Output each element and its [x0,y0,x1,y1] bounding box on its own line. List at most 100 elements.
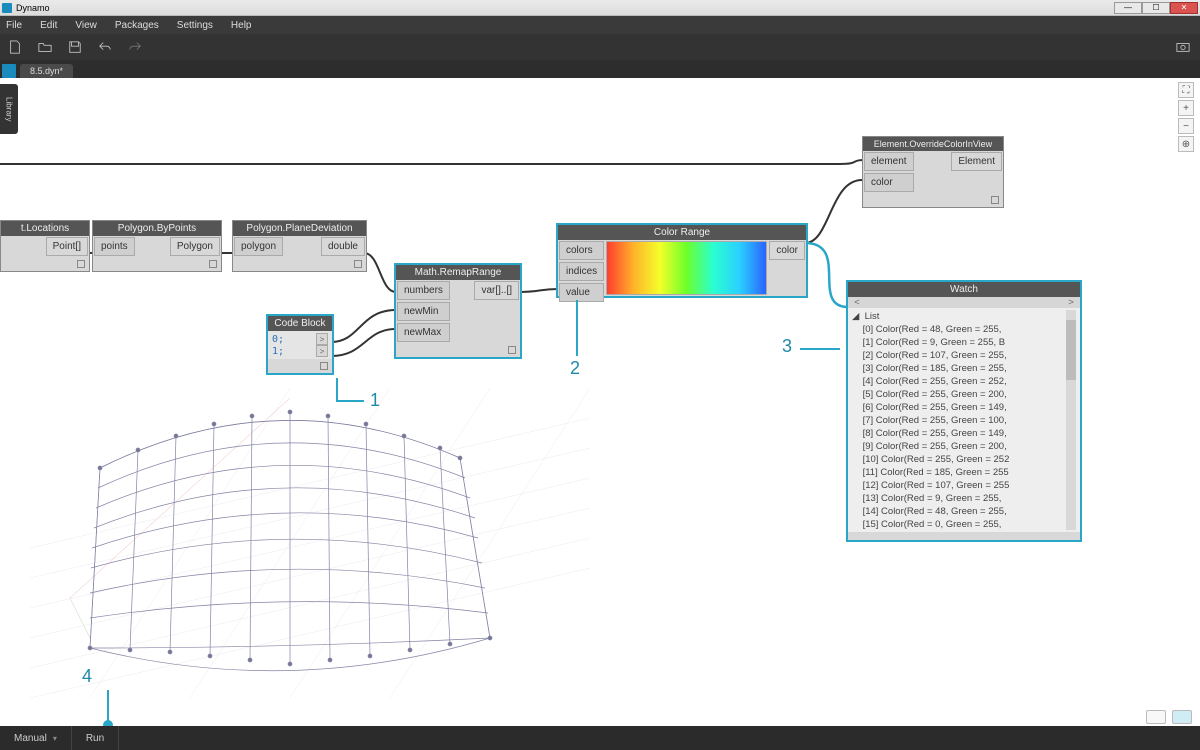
zoom-fit-button[interactable]: ⛶ [1178,82,1194,98]
window-maximize-button[interactable]: ☐ [1142,2,1170,14]
menu-settings[interactable]: Settings [177,20,213,31]
node-header: Watch [848,282,1080,297]
document-tab-bar: 8.5.dyn* [0,60,1200,78]
lacing-icon[interactable] [508,346,516,354]
annotation-3: 3 [782,336,792,357]
lacing-icon[interactable] [991,196,999,204]
lacing-icon[interactable] [320,362,328,370]
annotation-4: 4 [82,666,92,687]
window-title: Dynamo [16,3,50,13]
port-in-newmin[interactable]: newMin [397,302,450,321]
node-locations[interactable]: t.Locations Point[] [0,220,90,272]
watch-vscrollbar[interactable] [1066,310,1076,530]
new-file-icon[interactable] [8,40,22,54]
undo-icon[interactable] [98,40,112,54]
watch-line: [6] Color(Red = 255, Green = 149, [852,401,1076,414]
node-header: Color Range [558,225,806,240]
tree-toggle-icon[interactable]: ◢ [852,311,859,322]
annotation-connector [336,400,364,402]
library-panel-tab[interactable]: Library [0,84,18,134]
port-in-newmax[interactable]: newMax [397,323,450,342]
node-element-overridecolorinview[interactable]: Element.OverrideColorInView element colo… [862,136,1004,208]
window-minimize-button[interactable]: — [1114,2,1142,14]
code-line-1[interactable]: 1; [272,346,284,357]
watch-line: [1] Color(Red = 9, Green = 255, B [852,336,1076,349]
node-color-range[interactable]: Color Range colors indices value color [556,223,808,298]
watch-line: [3] Color(Red = 185, Green = 255, [852,362,1076,375]
port-in-colors[interactable]: colors [559,241,604,260]
lacing-icon[interactable] [209,260,217,268]
run-button[interactable]: Run [72,726,119,750]
menu-view[interactable]: View [75,20,97,31]
app-icon [2,3,12,13]
redo-icon[interactable] [128,40,142,54]
annotation-2: 2 [570,358,580,379]
menu-file[interactable]: File [6,20,22,31]
screenshot-icon[interactable] [1176,40,1190,54]
preview-geometry [30,338,590,698]
graph-view-icon[interactable] [1172,710,1192,724]
document-tab[interactable]: 8.5.dyn* [20,64,73,78]
port-out-color[interactable]: color [769,241,805,260]
node-code-block[interactable]: Code Block 0; > 1; > [266,314,334,375]
window-close-button[interactable]: ✕ [1170,2,1198,14]
watch-line: [7] Color(Red = 255, Green = 100, [852,414,1076,427]
watch-line: [12] Color(Red = 107, Green = 255 [852,479,1076,492]
port-in-points[interactable]: points [94,237,135,256]
run-mode-dropdown[interactable]: Manual [0,726,72,750]
annotation-connector [576,300,578,356]
node-watch[interactable]: Watch < > ◢ List [0] Color(Red = 48, Gre… [846,280,1082,542]
watch-line: [13] Color(Red = 9, Green = 255, [852,492,1076,505]
window-titlebar: Dynamo — ☐ ✕ [0,0,1200,16]
zoom-out-button[interactable]: − [1178,118,1194,134]
watch-hscrollbar[interactable] [848,532,1080,540]
watch-nav-prev[interactable]: < [852,297,862,308]
port-out-point[interactable]: Point[] [46,237,88,256]
view-nav-controls: ⛶ + − ⊕ [1178,82,1194,152]
watch-line: [0] Color(Red = 48, Green = 255, [852,323,1076,336]
node-header: Code Block [268,316,332,331]
watch-output[interactable]: ◢ List [0] Color(Red = 48, Green = 255, … [852,310,1076,530]
lacing-icon[interactable] [77,260,85,268]
save-icon[interactable] [68,40,82,54]
port-out-element[interactable]: Element [951,152,1002,171]
port-out-1[interactable]: > [316,345,328,357]
menu-help[interactable]: Help [231,20,252,31]
port-in-value[interactable]: value [559,283,604,302]
port-in-polygon[interactable]: polygon [234,237,283,256]
code-line-0[interactable]: 0; [272,334,284,345]
node-polygon-planedeviation[interactable]: Polygon.PlaneDeviation polygon double [232,220,367,272]
node-header: Element.OverrideColorInView [863,137,1003,151]
status-bar: Manual Run [0,726,1200,750]
port-in-indices[interactable]: indices [559,262,604,281]
watch-line: [11] Color(Red = 185, Green = 255 [852,466,1076,479]
menu-packages[interactable]: Packages [115,20,159,31]
menu-bar: File Edit View Packages Settings Help [0,16,1200,34]
node-header: Polygon.PlaneDeviation [233,221,366,236]
watch-line: [10] Color(Red = 255, Green = 252 [852,453,1076,466]
watch-line: [2] Color(Red = 107, Green = 255, [852,349,1076,362]
node-header: Polygon.ByPoints [93,221,221,236]
graph-canvas[interactable]: Library ⛶ + − ⊕ t.Locations Point[] Poly… [0,78,1200,726]
watch-line: [15] Color(Red = 0, Green = 255, [852,518,1076,530]
geometry-view-icon[interactable] [1146,710,1166,724]
watch-nav-next[interactable]: > [1066,297,1076,308]
port-out-var[interactable]: var[]..[] [474,281,519,300]
port-out-polygon[interactable]: Polygon [170,237,220,256]
menu-edit[interactable]: Edit [40,20,57,31]
node-polygon-bypoints[interactable]: Polygon.ByPoints points Polygon [92,220,222,272]
zoom-in-button[interactable]: + [1178,100,1194,116]
color-gradient-preview [606,241,767,295]
node-math-remaprange[interactable]: Math.RemapRange numbers newMin newMax va… [394,263,522,359]
annotation-connector [800,348,840,350]
annotation-1: 1 [370,390,380,411]
watch-line: [14] Color(Red = 48, Green = 255, [852,505,1076,518]
port-out-0[interactable]: > [316,333,328,345]
port-in-color[interactable]: color [864,173,914,192]
port-in-element[interactable]: element [864,152,914,171]
open-file-icon[interactable] [38,40,52,54]
zoom-reset-button[interactable]: ⊕ [1178,136,1194,152]
port-out-double[interactable]: double [321,237,365,256]
lacing-icon[interactable] [354,260,362,268]
port-in-numbers[interactable]: numbers [397,281,450,300]
